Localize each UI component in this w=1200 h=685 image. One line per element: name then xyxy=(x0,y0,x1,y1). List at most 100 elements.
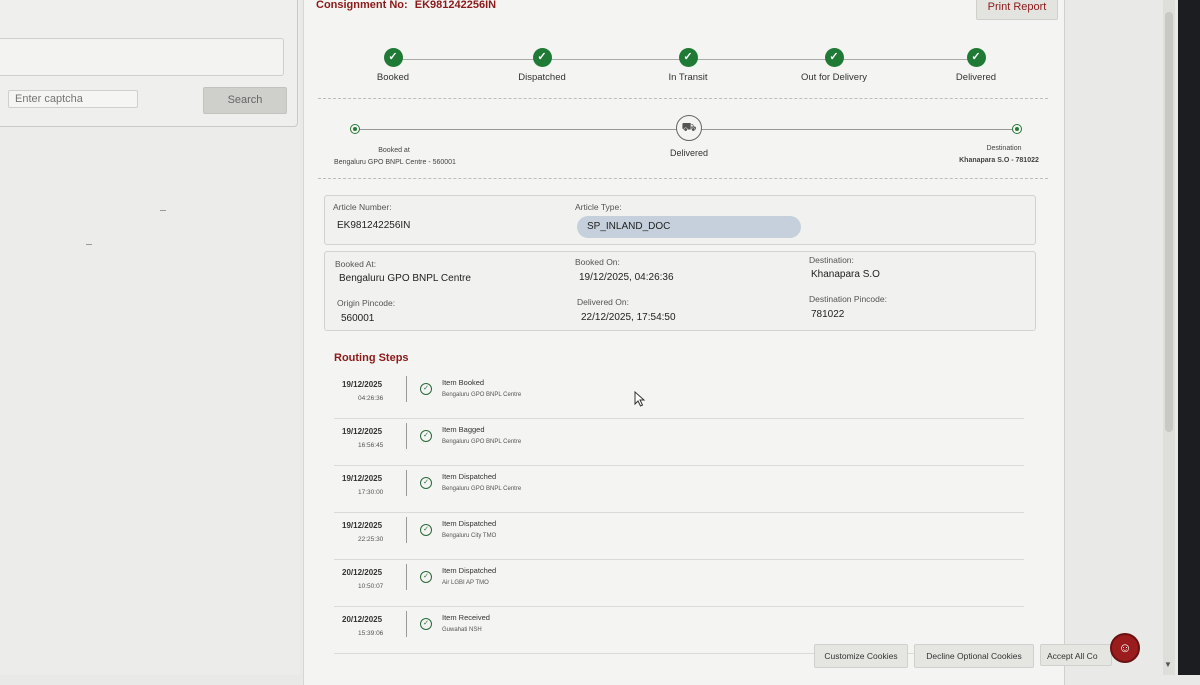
decline-cookies-button[interactable]: Decline Optional Cookies xyxy=(914,644,1034,668)
step-date: 19/12/2025 xyxy=(342,474,383,483)
row-divider xyxy=(406,517,407,543)
step-event: Item Dispatched xyxy=(442,472,497,481)
step-office: Bengaluru GPO BNPL Centre xyxy=(442,439,522,445)
truck-icon: ⛟ xyxy=(676,115,702,141)
step-label: Out for Delivery xyxy=(801,72,867,83)
check-icon: ✓ xyxy=(383,48,403,67)
destination-pincode-value: 781022 xyxy=(811,309,845,320)
step-time: 15:39:06 xyxy=(358,630,384,637)
check-icon: ✓ xyxy=(966,48,986,67)
step-event: Item Bagged xyxy=(442,425,485,434)
captcha-input[interactable] xyxy=(8,90,138,108)
routing-step-row: 19/12/2025 17:30:00 ✓ Item Dispatched Be… xyxy=(334,466,1024,513)
destination-dot-icon xyxy=(1012,124,1022,134)
row-divider xyxy=(406,564,407,590)
captcha-image xyxy=(0,38,284,76)
print-report-button[interactable]: Print Report xyxy=(976,0,1058,20)
consignment-heading: Consignment No: EK981242256IN xyxy=(316,0,496,11)
step-label: Delivered xyxy=(955,72,997,83)
step-event: Item Dispatched xyxy=(442,566,497,575)
scrollbar-thumb[interactable] xyxy=(1165,12,1173,432)
check-icon: ✓ xyxy=(420,618,432,630)
check-icon: ✓ xyxy=(420,524,432,536)
route-status: Delivered xyxy=(669,148,709,158)
progress-step-delivered: ✓ Delivered xyxy=(916,48,1036,83)
progress-step-in-transit: ✓ In Transit xyxy=(628,48,748,83)
step-date: 19/12/2025 xyxy=(342,380,383,389)
row-divider xyxy=(406,376,407,402)
step-office: Bengaluru City TMO xyxy=(442,533,497,539)
routing-step-row: 19/12/2025 22:25:30 ✓ Item Dispatched Be… xyxy=(334,513,1024,560)
routing-step-row: 19/12/2025 16:56:45 ✓ Item Bagged Bengal… xyxy=(334,419,1024,466)
routing-steps-title: Routing Steps xyxy=(334,352,409,364)
consignment-label: Consignment No: xyxy=(316,0,408,11)
routing-step-row: 20/12/2025 10:50:07 ✓ Item Dispatched Ai… xyxy=(334,560,1024,607)
booking-details-box: Booked At: Bengaluru GPO BNPL Centre Boo… xyxy=(324,251,1036,331)
consignment-number: EK981242256IN xyxy=(414,0,497,11)
booked-at-value: Bengaluru GPO BNPL Centre xyxy=(339,273,471,284)
step-time: 04:26:36 xyxy=(358,395,384,402)
booked-on-value: 19/12/2025, 04:26:36 xyxy=(579,272,674,283)
search-panel: Search xyxy=(0,0,300,675)
step-event: Item Received xyxy=(442,613,490,622)
check-icon: ✓ xyxy=(420,477,432,489)
progress-step-out-for-delivery: ✓ Out for Delivery xyxy=(774,48,894,83)
step-label: Booked xyxy=(376,72,410,83)
step-office: Bengaluru GPO BNPL Centre xyxy=(442,486,522,492)
booked-on-label: Booked On: xyxy=(575,257,620,267)
divider-mark xyxy=(86,244,92,245)
monitor-bezel xyxy=(1178,0,1200,675)
step-office: Air LGBI AP TMO xyxy=(442,580,489,586)
row-divider xyxy=(406,470,407,496)
origin-value: Bengaluru GPO BNPL Centre - 560001 xyxy=(334,159,456,166)
step-date: 20/12/2025 xyxy=(342,615,383,624)
check-icon: ✓ xyxy=(824,48,844,67)
row-divider xyxy=(406,611,407,637)
reader-icon[interactable]: ☺ xyxy=(1110,633,1140,663)
divider xyxy=(318,178,1048,179)
delivered-on-label: Delivered On: xyxy=(577,297,629,307)
check-icon: ✓ xyxy=(420,571,432,583)
routing-step-row: 19/12/2025 04:26:36 ✓ Item Booked Bengal… xyxy=(334,372,1024,419)
step-time: 22:25:30 xyxy=(358,536,384,543)
mouse-cursor-icon xyxy=(634,391,646,407)
destination-value: Khanapara S.O - 781022 xyxy=(959,157,1039,164)
customize-cookies-button[interactable]: Customize Cookies xyxy=(814,644,908,668)
step-office: Bengaluru GPO BNPL Centre xyxy=(442,392,522,398)
step-date: 19/12/2025 xyxy=(342,521,383,530)
divider-mark xyxy=(160,210,166,211)
step-time: 17:30:00 xyxy=(358,489,384,496)
article-type-badge: SP_INLAND_DOC xyxy=(577,216,801,238)
article-number-value: EK981242256IN xyxy=(337,220,411,231)
progress-step-booked: ✓ Booked xyxy=(333,48,453,83)
check-icon: ✓ xyxy=(532,48,552,67)
article-number-label: Article Number: xyxy=(333,202,392,212)
article-type-label: Article Type: xyxy=(575,202,622,212)
search-button[interactable]: Search xyxy=(203,87,287,114)
progress-step-dispatched: ✓ Dispatched xyxy=(482,48,602,83)
step-time: 10:50:07 xyxy=(358,583,384,590)
destination-label: Destination: xyxy=(809,255,854,265)
origin-dot-icon xyxy=(350,124,360,134)
check-icon: ✓ xyxy=(678,48,698,67)
accept-cookies-button[interactable]: Accept All Co xyxy=(1040,644,1112,666)
row-divider xyxy=(406,423,407,449)
step-date: 19/12/2025 xyxy=(342,427,383,436)
step-label: Dispatched xyxy=(518,72,566,83)
step-event: Item Dispatched xyxy=(442,519,497,528)
step-office: Guwahati NSH xyxy=(442,627,482,633)
step-time: 16:56:45 xyxy=(358,442,384,449)
scroll-down-icon[interactable]: ▼ xyxy=(1164,660,1172,669)
step-label: In Transit xyxy=(668,72,708,83)
divider xyxy=(318,98,1048,99)
destination-pincode-label: Destination Pincode: xyxy=(809,294,887,304)
delivered-on-value: 22/12/2025, 17:54:50 xyxy=(581,312,676,323)
check-icon: ✓ xyxy=(420,430,432,442)
article-info-box: Article Number: EK981242256IN Article Ty… xyxy=(324,195,1036,245)
destination-value: Khanapara S.O xyxy=(811,269,880,280)
tracking-result-panel: Consignment No: EK981242256IN Print Repo… xyxy=(303,0,1065,685)
check-icon: ✓ xyxy=(420,383,432,395)
destination-label: Destination xyxy=(986,145,1022,152)
origin-pincode-value: 560001 xyxy=(341,313,375,324)
step-date: 20/12/2025 xyxy=(342,568,383,577)
